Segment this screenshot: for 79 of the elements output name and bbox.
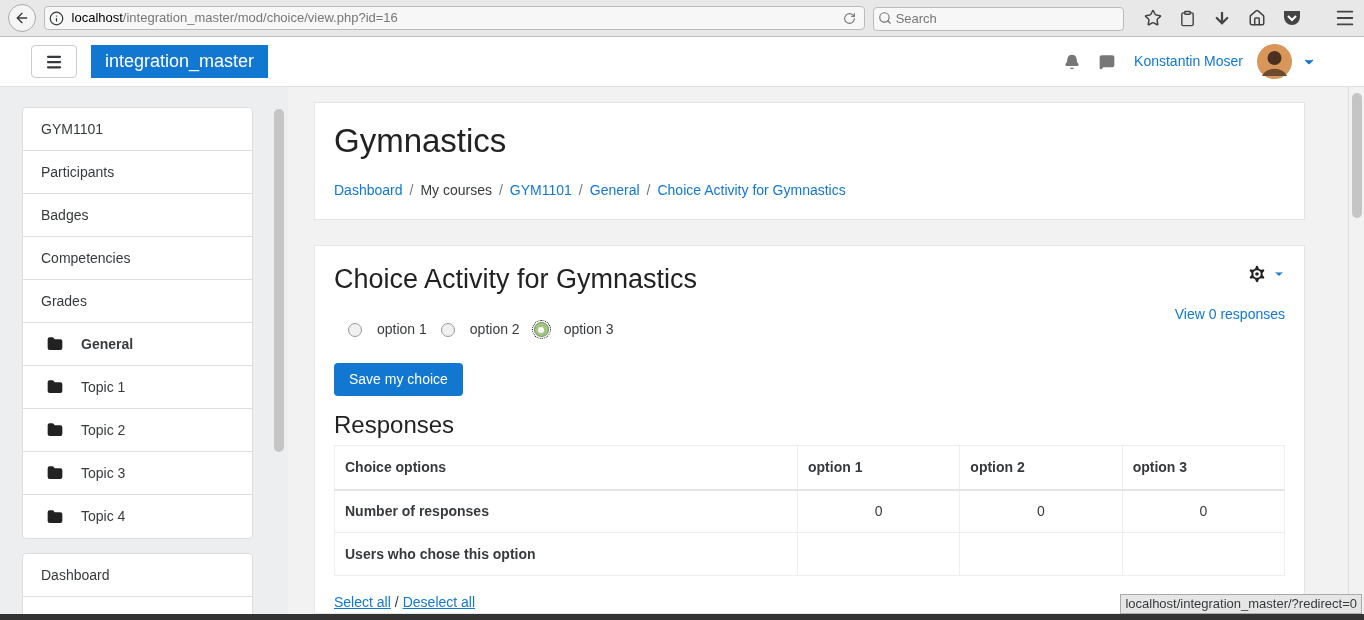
radio-button[interactable]	[533, 322, 549, 337]
section-item[interactable]: Topic 3	[23, 452, 252, 495]
nav-item[interactable]: Grades	[23, 280, 252, 323]
table-cell: 0	[874, 502, 883, 519]
breadcrumb-item: My courses	[420, 181, 492, 200]
search-field[interactable]: Search	[872, 6, 1124, 31]
option-label: option 1	[377, 320, 427, 339]
nav-item[interactable]: GYM1101	[23, 108, 252, 151]
settings-icon[interactable]	[1246, 263, 1268, 285]
nav-label: Participants	[41, 162, 115, 182]
chat-icon[interactable]	[1099, 53, 1116, 70]
pocket-icon[interactable]	[1283, 10, 1301, 26]
site-name[interactable]: integration_master	[91, 45, 269, 78]
breadcrumb-separator: /	[578, 181, 583, 200]
separator: /	[394, 594, 399, 610]
select-all-link[interactable]: Select all	[334, 594, 391, 610]
page-title: Gymnastics	[334, 121, 508, 161]
home-icon[interactable]	[1248, 9, 1266, 27]
activity-title: Choice Activity for Gymnastics	[334, 263, 698, 295]
back-button[interactable]	[8, 4, 36, 32]
search-icon	[877, 11, 892, 25]
user-name[interactable]: Konstantin Moser	[1134, 51, 1243, 72]
folder-icon	[47, 379, 63, 395]
url-field[interactable]: localhost/integration_master/mod/choice/view.php?id=16	[43, 6, 865, 30]
nav-item[interactable]: Badges	[23, 194, 252, 237]
section-item[interactable]: General	[23, 323, 252, 366]
view-responses-link[interactable]: View 0 responses	[1174, 304, 1285, 325]
breadcrumb-item[interactable]: GYM1101	[509, 180, 572, 201]
breadcrumb-item[interactable]: Choice Activity for Gymnastics	[657, 180, 846, 201]
row-header: Number of responses	[345, 502, 489, 519]
nav-label: GYM1101	[41, 119, 103, 139]
menu-button[interactable]	[31, 45, 77, 78]
breadcrumb-item[interactable]: General	[589, 180, 640, 201]
reload-icon[interactable]	[842, 11, 856, 25]
bookmark-star-icon[interactable]	[1144, 9, 1162, 27]
scrollbar[interactable]	[274, 109, 284, 452]
column-header: Choice options	[334, 445, 798, 490]
breadcrumb-separator: /	[409, 181, 414, 200]
clipboard-icon[interactable]	[1179, 9, 1196, 27]
folder-icon	[47, 422, 63, 438]
nav-item[interactable]: Participants	[23, 151, 252, 194]
column-header: option 2	[959, 445, 1123, 490]
nav-item[interactable]: Dashboard	[23, 554, 252, 597]
table-cell: 0	[1037, 502, 1045, 519]
nav-label: Topic 3	[81, 463, 126, 483]
deselect-all-link[interactable]: Deselect all	[402, 594, 476, 610]
nav-label: Competencies	[41, 248, 131, 268]
option-label: option 3	[563, 320, 614, 339]
folder-icon	[47, 336, 63, 352]
nav-label: Topic 2	[81, 420, 126, 440]
folder-icon	[47, 465, 63, 481]
option-label: option 2	[469, 320, 520, 339]
folder-icon	[47, 508, 63, 525]
row-header: Users who chose this option	[345, 545, 536, 562]
status-tooltip: localhost/integration_master/?redirect=0	[1120, 594, 1362, 614]
section-item[interactable]: Topic 1	[23, 366, 252, 409]
breadcrumb-separator: /	[646, 181, 651, 200]
breadcrumb-separator: /	[498, 181, 503, 200]
nav-label: General	[81, 334, 134, 354]
nav-label: Topic 1	[81, 377, 126, 397]
nav-label: Grades	[41, 291, 87, 311]
breadcrumb-item[interactable]: Dashboard	[334, 180, 403, 201]
section-item[interactable]: Topic 4	[23, 495, 252, 538]
nav-label: Topic 4	[81, 507, 126, 526]
radio-button[interactable]	[348, 322, 362, 337]
section-item[interactable]: Topic 2	[23, 409, 252, 452]
column-header: option 3	[1122, 445, 1285, 490]
nav-label: Badges	[41, 205, 89, 225]
radio-button[interactable]	[440, 322, 455, 337]
avatar[interactable]	[1257, 44, 1292, 79]
table-cell: 0	[1199, 502, 1208, 519]
url-text: localhost/integration_master/mod/choice/view.php?id=16	[71, 9, 398, 28]
download-icon[interactable]	[1213, 9, 1231, 27]
responses-heading: Responses	[334, 411, 456, 439]
nav-item[interactable]: Competencies	[23, 237, 252, 280]
bell-icon[interactable]	[1064, 53, 1081, 70]
info-icon	[48, 10, 64, 26]
column-header: option 1	[797, 445, 960, 490]
save-button[interactable]: Save my choice	[334, 363, 463, 396]
